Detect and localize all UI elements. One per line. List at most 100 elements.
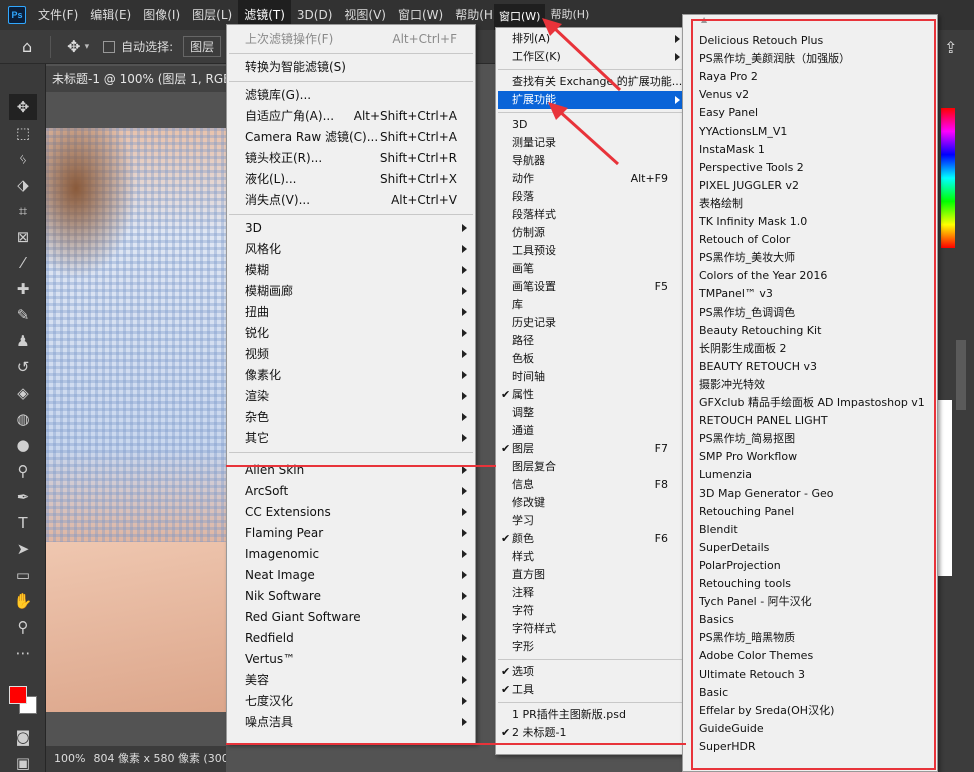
filter-plugin[interactable]: CC Extensions xyxy=(227,502,475,522)
window-menu-item[interactable]: 画笔设置 F5 xyxy=(498,278,686,296)
filter-group[interactable]: 其它 xyxy=(227,428,475,448)
filter-group[interactable]: 像素化 xyxy=(227,365,475,385)
window-menu-item[interactable]: 直方图 xyxy=(498,566,686,584)
filter-group[interactable]: 锐化 xyxy=(227,323,475,343)
window-menu-item[interactable]: 库 xyxy=(498,296,686,314)
window-menu-item[interactable]: 样式 xyxy=(498,548,686,566)
eraser-tool-icon[interactable]: ◈ xyxy=(9,380,37,406)
filter-plugin[interactable]: Imagenomic xyxy=(227,544,475,564)
more-tools-icon[interactable]: ⋯ xyxy=(9,640,37,666)
filter-last[interactable]: 上次滤镜操作(F) Alt+Ctrl+F xyxy=(227,29,475,49)
screen-mode-icon[interactable]: ▣ xyxy=(9,750,37,772)
menu-file[interactable]: 文件(F) xyxy=(32,0,84,30)
filter-item[interactable]: Camera Raw 滤镜(C)... Shift+Ctrl+A xyxy=(227,127,475,147)
menu-edit[interactable]: 编辑(E) xyxy=(84,0,137,30)
type-tool-icon[interactable]: T xyxy=(9,510,37,536)
window-menu-item[interactable]: 字形 xyxy=(498,638,686,656)
filter-item[interactable]: 镜头校正(R)... Shift+Ctrl+R xyxy=(227,148,475,168)
window-menu-item[interactable]: 历史记录 xyxy=(498,314,686,332)
filter-group[interactable]: 模糊画廊 xyxy=(227,281,475,301)
window-menu-item[interactable]: ✔ 属性 xyxy=(498,386,686,404)
filter-item[interactable]: 消失点(V)... Alt+Ctrl+V xyxy=(227,190,475,210)
filter-group[interactable]: 3D xyxy=(227,218,475,238)
hand-tool-icon[interactable]: ✋ xyxy=(9,588,37,614)
window-menu-item[interactable]: ✔ 工具 xyxy=(498,681,686,699)
quick-select-tool-icon[interactable]: ⬗ xyxy=(9,172,37,198)
clone-stamp-tool-icon[interactable]: ♟ xyxy=(9,328,37,354)
window-menu-item[interactable]: 色板 xyxy=(498,350,686,368)
filter-plugin[interactable]: Redfield xyxy=(227,628,475,648)
share-icon[interactable]: ⇪ xyxy=(944,38,957,57)
window-menu-item[interactable]: 段落 xyxy=(498,188,686,206)
rectangle-tool-icon[interactable]: ▭ xyxy=(9,562,37,588)
home-icon[interactable]: ⌂ xyxy=(22,37,32,56)
filter-plugin[interactable]: Flaming Pear xyxy=(227,523,475,543)
eyedropper-tool-icon[interactable]: ⁄ xyxy=(9,250,37,276)
window-menu-item[interactable]: ✔ 选项 xyxy=(498,663,686,681)
filter-item[interactable]: 自适应广角(A)... Alt+Shift+Ctrl+A xyxy=(227,106,475,126)
color-spectrum[interactable] xyxy=(941,108,955,248)
window-menu-item[interactable]: 仿制源 xyxy=(498,224,686,242)
window-menu-item[interactable]: 调整 xyxy=(498,404,686,422)
history-brush-tool-icon[interactable]: ↺ xyxy=(9,354,37,380)
window-menu-item[interactable]: 时间轴 xyxy=(498,368,686,386)
filter-group[interactable]: 视频 xyxy=(227,344,475,364)
paint-bucket-tool-icon[interactable]: ◍ xyxy=(9,406,37,432)
window-menu-item[interactable]: 段落样式 xyxy=(498,206,686,224)
pen-tool-icon[interactable]: ✒ xyxy=(9,484,37,510)
window-menu-item[interactable]: 工具预设 xyxy=(498,242,686,260)
filter-group[interactable]: 风格化 xyxy=(227,239,475,259)
panel-scrollbar[interactable] xyxy=(956,340,966,410)
path-select-tool-icon[interactable]: ➤ xyxy=(9,536,37,562)
crop-tool-icon[interactable]: ⌗ xyxy=(9,198,37,224)
window-menu-item[interactable]: 字符样式 xyxy=(498,620,686,638)
healing-brush-tool-icon[interactable]: ✚ xyxy=(9,276,37,302)
move-tool-icon[interactable]: ✥ xyxy=(67,37,80,56)
filter-item[interactable]: 液化(L)... Shift+Ctrl+X xyxy=(227,169,475,189)
filter-plugin[interactable]: Alien Skin xyxy=(227,460,475,480)
filter-smart[interactable]: 转换为智能滤镜(S) xyxy=(227,57,475,77)
filter-plugin[interactable]: 美容 xyxy=(227,670,475,690)
filter-plugin[interactable]: Neat Image xyxy=(227,565,475,585)
zoom-tool-icon[interactable]: ⚲ xyxy=(9,614,37,640)
menu-image[interactable]: 图像(I) xyxy=(137,0,186,30)
window-menu-item[interactable]: ✔ 2 未标题-1 xyxy=(498,724,686,742)
dodge-tool-icon[interactable]: ⚲ xyxy=(9,458,37,484)
document-tab[interactable]: 未标题-1 @ 100% (图层 1, RGB/8) * xyxy=(38,66,228,92)
window-menu-item[interactable]: 注释 xyxy=(498,584,686,602)
window-menu-item[interactable]: 路径 xyxy=(498,332,686,350)
lasso-tool-icon[interactable]: ᛃ xyxy=(9,146,37,172)
blur-tool-icon[interactable]: ● xyxy=(9,432,37,458)
foreground-color-swatch[interactable] xyxy=(9,686,27,704)
filter-item[interactable]: 滤镜库(G)... xyxy=(227,85,475,105)
move-tool-icon[interactable]: ✥ xyxy=(9,94,37,120)
zoom-level[interactable]: 100% xyxy=(54,752,85,765)
chevron-down-icon[interactable]: ▾ xyxy=(85,42,90,52)
filter-group[interactable]: 扭曲 xyxy=(227,302,475,322)
marquee-tool-icon[interactable]: ⬚ xyxy=(9,120,37,146)
window-menu-item[interactable]: 1 PR插件主图新版.psd xyxy=(498,706,686,724)
auto-select-combo[interactable]: 图层 xyxy=(183,36,222,57)
filter-plugin[interactable]: Nik Software xyxy=(227,586,475,606)
frame-tool-icon[interactable]: ⊠ xyxy=(9,224,37,250)
window-menu-item[interactable]: 图层复合 xyxy=(498,458,686,476)
window-menu-item[interactable]: ✔ 图层 F7 xyxy=(498,440,686,458)
window-menu-item[interactable]: 通道 xyxy=(498,422,686,440)
filter-plugin[interactable]: Vertus™ xyxy=(227,649,475,669)
filter-plugin[interactable]: Red Giant Software xyxy=(227,607,475,627)
filter-group[interactable]: 模糊 xyxy=(227,260,475,280)
quick-mask-icon[interactable]: ◙ xyxy=(9,724,37,750)
window-menu-item[interactable]: ✔ 颜色 F6 xyxy=(498,530,686,548)
filter-group[interactable]: 渲染 xyxy=(227,386,475,406)
canvas-area[interactable] xyxy=(46,92,226,746)
auto-select-checkbox[interactable] xyxy=(103,40,116,53)
window-menu-item[interactable]: 学习 xyxy=(498,512,686,530)
brush-tool-icon[interactable]: ✎ xyxy=(9,302,37,328)
window-menu-item[interactable]: 画笔 xyxy=(498,260,686,278)
filter-plugin[interactable]: 噪点洁具 xyxy=(227,712,475,732)
window-menu-item[interactable]: 字符 xyxy=(498,602,686,620)
window-menu-item[interactable]: 信息 F8 xyxy=(498,476,686,494)
filter-group[interactable]: 杂色 xyxy=(227,407,475,427)
filter-plugin[interactable]: 七度汉化 xyxy=(227,691,475,711)
filter-plugin[interactable]: ArcSoft xyxy=(227,481,475,501)
